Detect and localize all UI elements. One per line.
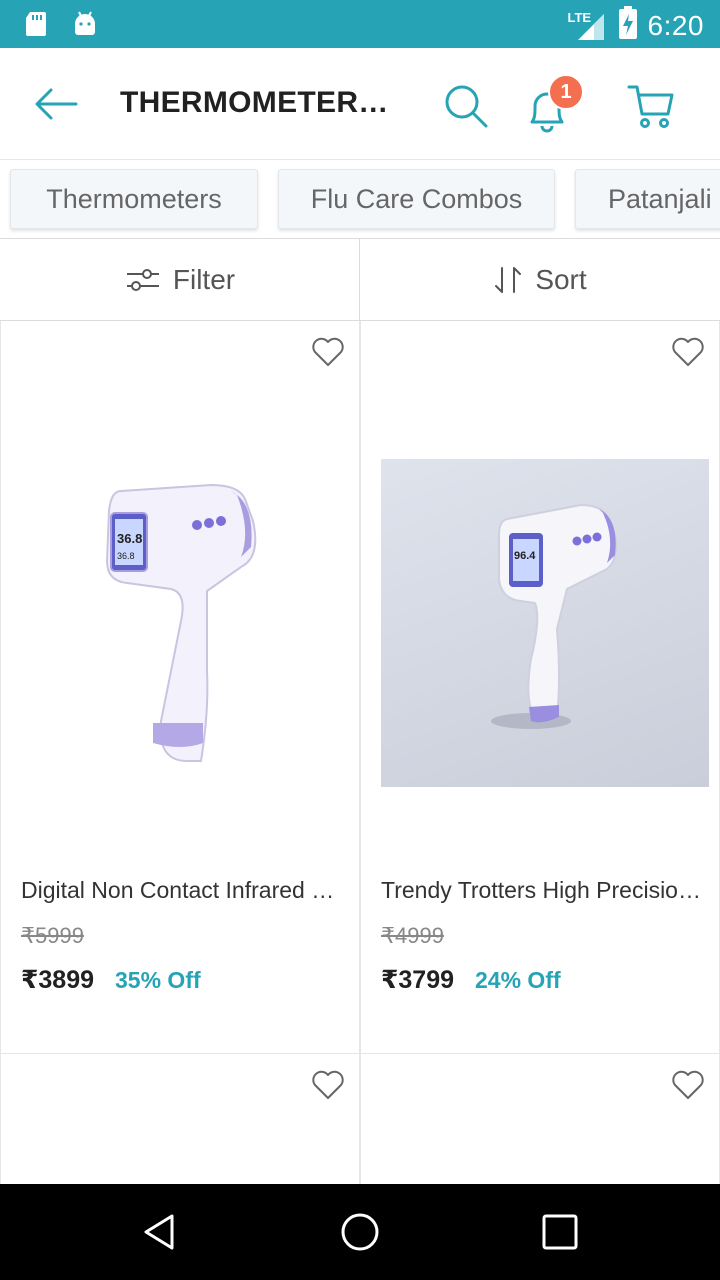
battery-charging-icon bbox=[618, 6, 638, 45]
product-name[interactable]: Trendy Trotters High Precisio… bbox=[381, 877, 707, 904]
thermometer-photo: 96.4 bbox=[491, 503, 617, 729]
signal-icon: LTE bbox=[568, 8, 608, 44]
sort-label: Sort bbox=[535, 263, 587, 295]
product-mrp: ₹4999 bbox=[381, 923, 444, 948]
svg-text:96.4: 96.4 bbox=[514, 550, 536, 562]
heart-icon[interactable] bbox=[671, 1068, 705, 1102]
product-mrp: ₹5999 bbox=[21, 923, 84, 948]
product-discount: 35% Off bbox=[115, 967, 201, 993]
product-name[interactable]: Digital Non Contact Infrared … bbox=[21, 877, 347, 904]
product-card[interactable]: 96.4 Trendy Trotters High Precisio… ₹499… bbox=[360, 321, 720, 1054]
product-image[interactable]: 96.4 bbox=[381, 459, 709, 787]
status-time: 6:20 bbox=[647, 9, 704, 41]
back-arrow-icon bbox=[35, 88, 78, 120]
product-card[interactable] bbox=[0, 1053, 360, 1184]
product-price: ₹3799 bbox=[381, 966, 455, 994]
product-discount: 24% Off bbox=[475, 967, 561, 993]
status-bar: LTE 6:20 bbox=[0, 0, 720, 48]
back-button[interactable] bbox=[30, 82, 82, 126]
filter-button[interactable]: Filter bbox=[0, 239, 360, 320]
filter-label: Filter bbox=[172, 263, 236, 295]
product-card[interactable] bbox=[360, 1053, 720, 1184]
filter-sort-bar: Filter Sort bbox=[0, 238, 720, 321]
app-bar: THERMOMETER… 1 bbox=[0, 48, 720, 160]
category-chips: Thermometers Flu Care Combos Patanjali bbox=[0, 160, 720, 238]
filter-sliders-icon bbox=[126, 268, 159, 291]
svg-text:36.8: 36.8 bbox=[117, 551, 135, 561]
search-button[interactable] bbox=[442, 82, 490, 130]
svg-text:36.8: 36.8 bbox=[117, 531, 142, 546]
page-title: THERMOMETER… bbox=[120, 86, 389, 119]
notification-badge: 1 bbox=[548, 74, 584, 110]
product-image[interactable]: 36.8 36.8 bbox=[91, 471, 271, 771]
sort-button[interactable]: Sort bbox=[360, 239, 720, 320]
nav-home-icon[interactable] bbox=[340, 1212, 380, 1252]
chip-flu-care-combos[interactable]: Flu Care Combos bbox=[278, 169, 555, 229]
system-nav-bar bbox=[0, 1184, 720, 1280]
sd-card-icon bbox=[24, 10, 48, 43]
chip-patanjali[interactable]: Patanjali bbox=[575, 169, 720, 229]
chip-thermometers[interactable]: Thermometers bbox=[10, 169, 258, 229]
nav-recents-icon[interactable] bbox=[540, 1212, 580, 1252]
nav-back-icon[interactable] bbox=[140, 1212, 180, 1252]
search-icon bbox=[445, 85, 488, 128]
android-icon bbox=[72, 10, 98, 43]
cart-icon bbox=[627, 85, 674, 128]
heart-icon[interactable] bbox=[311, 1068, 345, 1102]
product-price: ₹3899 bbox=[21, 966, 95, 994]
product-card[interactable]: 36.8 36.8 Digital Non Contact Infrared …… bbox=[0, 321, 360, 1054]
sort-arrows-icon bbox=[495, 266, 522, 293]
cart-button[interactable] bbox=[626, 82, 676, 130]
heart-icon[interactable] bbox=[671, 335, 705, 369]
notifications-button[interactable]: 1 bbox=[524, 74, 584, 133]
heart-icon[interactable] bbox=[311, 335, 345, 369]
product-grid: 36.8 36.8 Digital Non Contact Infrared …… bbox=[0, 321, 720, 1184]
